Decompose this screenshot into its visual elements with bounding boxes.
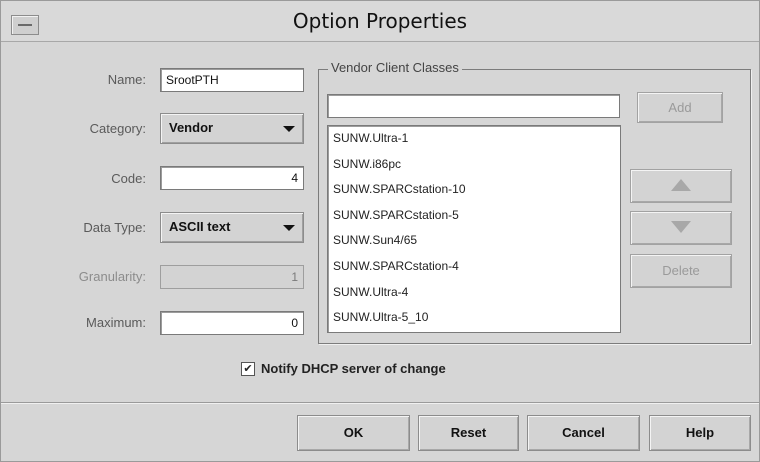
cancel-button[interactable]: Cancel bbox=[527, 415, 640, 451]
delete-button[interactable]: Delete bbox=[630, 254, 732, 288]
title-bar: Option Properties bbox=[1, 1, 759, 42]
code-field[interactable]: 4 bbox=[160, 166, 304, 190]
notify-checkbox-row[interactable]: ✔ Notify DHCP server of change bbox=[241, 360, 446, 378]
reset-button[interactable]: Reset bbox=[418, 415, 519, 451]
chevron-down-icon bbox=[283, 126, 295, 132]
vendor-class-input[interactable] bbox=[327, 94, 620, 118]
chevron-down-icon bbox=[283, 225, 295, 231]
move-down-button[interactable] bbox=[630, 211, 732, 245]
code-label: Code: bbox=[111, 171, 146, 186]
arrow-up-icon bbox=[671, 179, 691, 191]
notify-label: Notify DHCP server of change bbox=[261, 361, 446, 377]
footer-separator bbox=[1, 402, 759, 404]
category-select[interactable]: Vendor bbox=[160, 113, 304, 144]
list-item[interactable]: SUNW.Ultra-4 bbox=[328, 280, 620, 306]
vendor-class-list[interactable]: SUNW.Ultra-1 SUNW.i86pc SUNW.SPARCstatio… bbox=[327, 125, 621, 333]
list-item[interactable]: SUNW.SPARCstation-4 bbox=[328, 254, 620, 280]
list-item[interactable]: SUNW.Ultra-5_10 bbox=[328, 305, 620, 331]
list-item[interactable]: SUNW.i86pc bbox=[328, 152, 620, 178]
ok-button[interactable]: OK bbox=[297, 415, 410, 451]
maximum-label: Maximum: bbox=[86, 315, 146, 330]
list-item[interactable]: SUNW.Ultra-1 bbox=[328, 126, 620, 152]
arrow-down-icon bbox=[671, 221, 691, 233]
window-title: Option Properties bbox=[292, 9, 468, 33]
category-value: Vendor bbox=[169, 120, 214, 135]
maximum-field[interactable]: 0 bbox=[160, 311, 304, 335]
option-properties-window: Option Properties Name: SrootPTH Categor… bbox=[0, 0, 760, 462]
category-label: Category: bbox=[89, 121, 146, 136]
list-item[interactable]: SUNW.SPARCstation-10 bbox=[328, 177, 620, 203]
notify-checkbox[interactable]: ✔ bbox=[241, 361, 255, 376]
list-item[interactable]: SUNW.SPARCstation-5 bbox=[328, 203, 620, 229]
name-label: Name: bbox=[107, 72, 146, 87]
granularity-field: 1 bbox=[160, 265, 304, 289]
name-field[interactable]: SrootPTH bbox=[160, 68, 304, 92]
vendor-client-classes-title: Vendor Client Classes bbox=[328, 60, 462, 75]
move-up-button[interactable] bbox=[630, 169, 732, 203]
help-button[interactable]: Help bbox=[649, 415, 751, 451]
granularity-label: Granularity: bbox=[78, 269, 146, 284]
datatype-select[interactable]: ASCII text bbox=[160, 212, 304, 243]
datatype-label: Data Type: bbox=[83, 220, 146, 235]
datatype-value: ASCII text bbox=[169, 219, 231, 234]
list-item[interactable]: SUNW.Sun4/65 bbox=[328, 228, 620, 254]
add-button[interactable]: Add bbox=[637, 92, 723, 123]
